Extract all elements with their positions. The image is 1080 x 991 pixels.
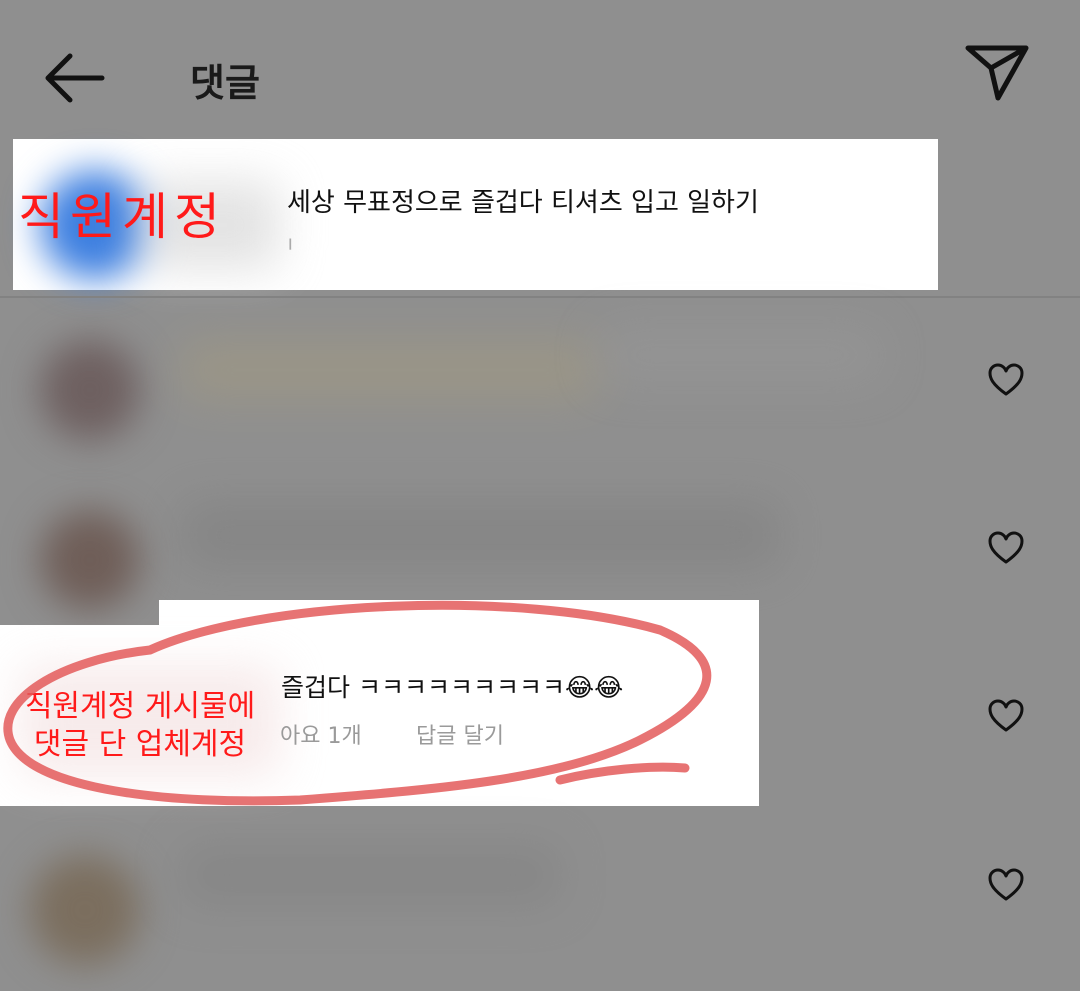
- comment-avatar-blurred: [40, 340, 140, 440]
- comment-text-blurred: [180, 500, 780, 570]
- comment-text-blurred: [600, 330, 880, 380]
- heart-outline-icon[interactable]: [987, 867, 1025, 903]
- share-button[interactable]: [964, 42, 1030, 102]
- heart-outline-icon[interactable]: [987, 362, 1025, 398]
- heart-outline-icon[interactable]: [987, 698, 1025, 734]
- caption-text: 세상 무표정으로 즐겁다 티셔츠 입고 일하기: [287, 188, 759, 218]
- red-circle-annotation: [3, 600, 712, 806]
- heart-outline-icon[interactable]: [987, 530, 1025, 566]
- caption-meta-fragment: ᅵ: [274, 238, 295, 263]
- comment-row: [0, 815, 1080, 985]
- caption-divider: [0, 296, 1080, 298]
- employee-account-label: 직원계정: [18, 188, 226, 246]
- paper-plane-icon: [965, 45, 1029, 101]
- arrow-left-icon: [45, 53, 105, 103]
- top-bar: 댓글: [0, 0, 1080, 140]
- comment-row: [0, 300, 1080, 460]
- comment-text-blurred: [180, 340, 600, 400]
- back-button[interactable]: [38, 48, 108, 108]
- comment-avatar-blurred: [30, 855, 140, 965]
- page-title: 댓글: [190, 61, 260, 105]
- comment-text-blurred: [180, 845, 560, 905]
